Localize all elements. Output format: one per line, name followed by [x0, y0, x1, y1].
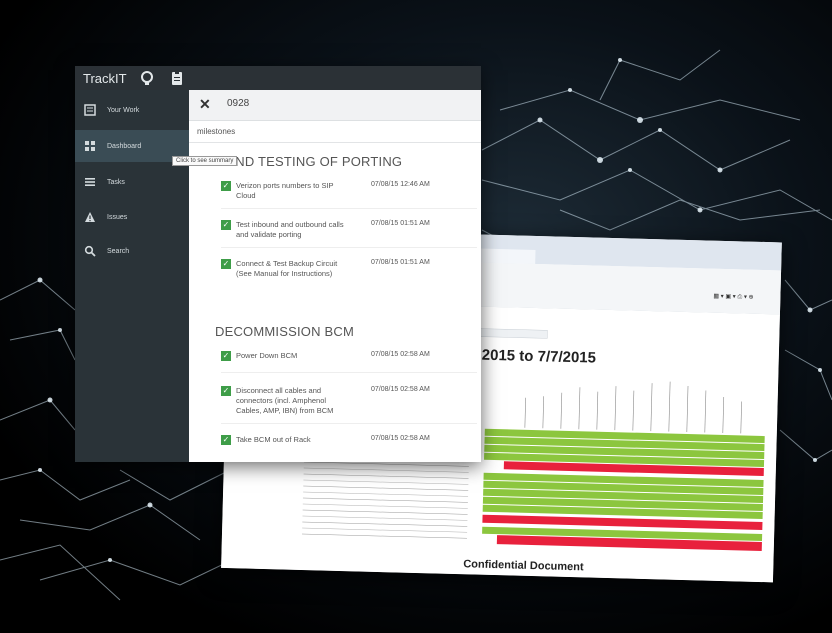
task-checkbox[interactable]: ✓	[221, 220, 231, 230]
clipboard-icon[interactable]	[169, 70, 185, 86]
task-checkbox[interactable]: ✓	[221, 435, 231, 445]
milestones-panel: ✕ 0928 milestones G AND TESTING OF PORTI…	[189, 90, 481, 462]
divider	[221, 208, 477, 209]
panel-subtitle: milestones	[197, 127, 236, 136]
app-topbar: TrackIT	[75, 66, 481, 90]
sidebar-item-label: Search	[107, 247, 130, 255]
task-timestamp: 07/08/15 02:58 AM	[371, 351, 430, 358]
task-timestamp: 07/08/15 12:46 AM	[371, 181, 430, 188]
report-title: 2015 to 7/7/2015	[481, 346, 597, 367]
report-tab[interactable]	[479, 248, 536, 265]
sidebar-item-your-work[interactable]: Your Work	[75, 94, 189, 126]
sidebar-item-search[interactable]: Search	[75, 235, 189, 267]
task-timestamp: 07/08/15 02:58 AM	[371, 386, 430, 393]
sidebar-item-label: Issues	[107, 213, 128, 221]
task-name: Test inbound and outbound calls and vali…	[236, 220, 344, 239]
divider	[221, 247, 477, 248]
task-checkbox[interactable]: ✓	[221, 386, 231, 396]
close-icon[interactable]: ✕	[199, 96, 211, 113]
panel-header: ✕ 0928	[189, 90, 481, 121]
lightbulb-icon[interactable]	[139, 70, 155, 86]
section-heading-porting: G AND TESTING OF PORTING	[213, 154, 403, 169]
task-checkbox[interactable]: ✓	[221, 181, 231, 191]
tasks-icon	[83, 175, 97, 189]
warning-icon	[83, 210, 97, 224]
divider	[189, 142, 481, 143]
sidebar-item-label: Your Work	[107, 106, 140, 114]
dashboard-icon	[83, 139, 97, 153]
panel-title: 0928	[227, 98, 250, 109]
task-timestamp: 07/08/15 01:51 AM	[371, 259, 430, 266]
task-checkbox[interactable]: ✓	[221, 259, 231, 269]
section-heading-decommission: DECOMMISSION BCM	[215, 324, 354, 339]
task-name: Take BCM out of Rack	[236, 435, 311, 444]
divider	[221, 423, 477, 424]
sidebar-item-label: Tasks	[107, 178, 125, 186]
task-name: Connect & Test Backup Circuit (See Manua…	[236, 259, 338, 278]
sidebar: Your Work Dashboard Tasks Issues Search	[75, 90, 189, 462]
summary-tooltip: Click to see summary	[172, 156, 238, 166]
sidebar-item-tasks[interactable]: Tasks	[75, 166, 189, 198]
task-checkbox[interactable]: ✓	[221, 351, 231, 361]
trackit-app-window: TrackIT Your Work Dashboard Tasks Issues…	[75, 66, 481, 462]
report-toolbar-icons[interactable]: ▦ ▾ ▣ ▾ ⎙ ▾ ⊕	[713, 293, 753, 302]
task-timestamp: 07/08/15 01:51 AM	[371, 220, 430, 227]
divider	[221, 372, 477, 373]
sidebar-item-label: Dashboard	[107, 142, 142, 150]
task-name: Power Down BCM	[236, 351, 298, 360]
sidebar-item-issues[interactable]: Issues	[75, 201, 189, 233]
task-name: Disconnect all cables and connectors (in…	[236, 386, 334, 415]
your-work-icon	[83, 103, 97, 117]
task-timestamp: 07/08/15 02:58 AM	[371, 435, 430, 442]
task-name: Verizon ports numbers to SIP Cloud	[236, 181, 334, 200]
search-icon	[83, 244, 97, 258]
app-brand: TrackIT	[83, 71, 127, 86]
